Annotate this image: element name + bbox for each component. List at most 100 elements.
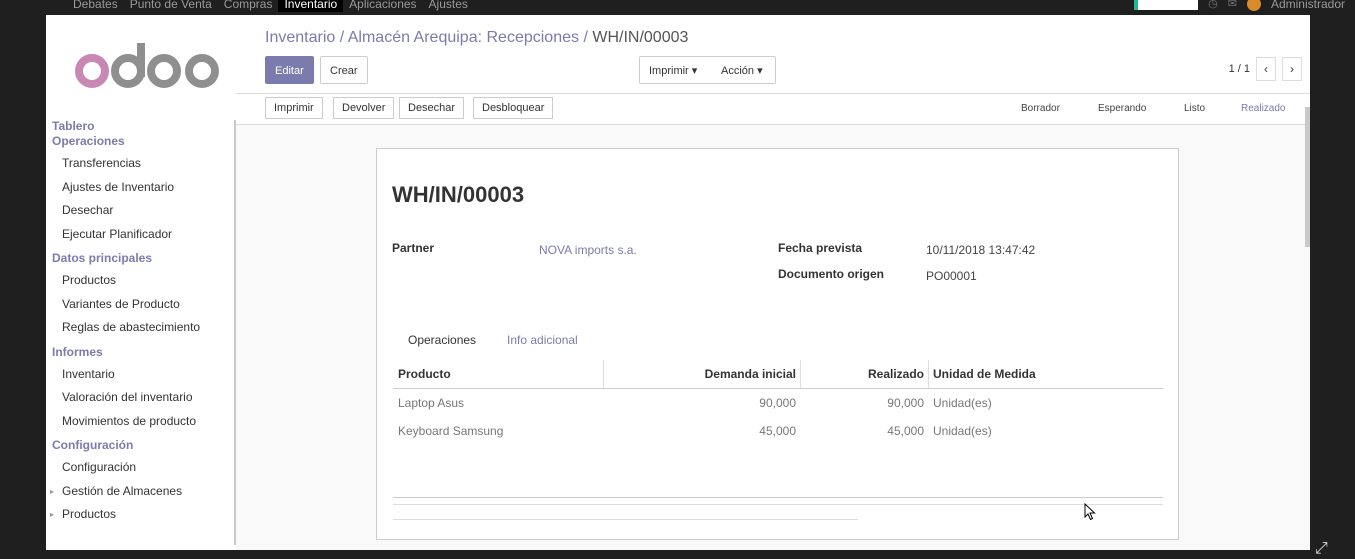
breadcrumb-recepciones[interactable]: Almacén Arequipa: Recepciones [348,29,579,46]
avatar[interactable] [1246,0,1261,11]
status-ready: Listo [1184,103,1206,114]
chat-icon[interactable]: ✉ [1228,0,1237,12]
divider [393,497,1163,498]
sidebar-section-configuracion[interactable]: Configuración [52,438,232,453]
sidebar-item-config-productos[interactable]: ▸ Productos [50,503,232,527]
status-box[interactable] [1134,0,1199,10]
chevron-left-icon[interactable]: ‹ [1256,57,1276,81]
col-realizado[interactable]: Realizado [868,360,924,388]
divider [393,504,1163,505]
create-button[interactable]: Crear [320,56,368,84]
pager-value[interactable]: 1 / 1 [1229,63,1250,75]
cell-demand: 90,000 [759,396,796,410]
print-button[interactable]: Imprimir [265,97,323,119]
origin-label: Documento origen [778,267,885,281]
sidebar-item-inventario[interactable]: Inventario [52,363,232,387]
cell-product: Laptop Asus [398,396,465,410]
sidebar-item-transferencias[interactable]: Transferencias [52,152,232,176]
chevron-right-icon[interactable]: › [1282,57,1302,81]
sidebar-item-valoracion[interactable]: Valoración del inventario [52,386,232,410]
operations-table: Producto Demanda inicial Realizado Unida… [393,360,1163,445]
sidebar-item-label: Productos [62,507,117,521]
record-title: WH/IN/00003 [392,182,525,207]
sidebar-section-datos[interactable]: Datos principales [52,251,232,266]
breadcrumb-sep: / [339,29,345,46]
col-divider [603,360,604,388]
sidebar-item-almacenes[interactable]: ▸ Gestión de Almacenes [50,480,232,504]
sidebar-item-label: Gestión de Almacenes [62,483,183,498]
tab-info-adicional[interactable]: Info adicional [507,331,578,349]
status-done: Realizado [1241,103,1286,114]
pager: 1 / 1 ‹ › [1229,57,1302,81]
cell-done: 45,000 [887,424,924,438]
top-menu: Debates Punto de Venta Compras Inventari… [67,0,474,12]
cell-done: 90,000 [887,396,924,410]
col-producto[interactable]: Producto [398,360,451,388]
sidebar-item-variantes[interactable]: Variantes de Producto [52,293,232,317]
tab-operaciones[interactable]: Operaciones [408,331,476,349]
action-label: Acción [721,65,755,77]
form-sheet: WH/IN/00003 Partner NOVA imports s.a. Fe… [376,148,1179,540]
cell-product: Keyboard Samsung [398,424,504,438]
table-header: Producto Demanda inicial Realizado Unida… [393,360,1163,389]
user-menu[interactable]: Administrador [1271,0,1345,12]
sidebar-section-operaciones[interactable]: Operaciones [52,134,232,149]
cell-demand: 45,000 [759,424,796,438]
origin-value: PO00001 [926,269,977,283]
sidebar: ⌃ Tablero Operaciones Transferencias Aju… [46,15,246,550]
breadcrumb-inventario[interactable]: Inventario [265,29,335,46]
col-demanda[interactable]: Demanda inicial [705,360,796,388]
sidebar-section-informes[interactable]: Informes [52,345,232,360]
col-divider [928,360,929,388]
odoo-logo[interactable] [68,37,228,97]
top-menu-debates[interactable]: Debates [67,0,124,12]
date-value: 10/11/2018 13:47:42 [926,243,1036,257]
top-menu-compras[interactable]: Compras [218,0,279,12]
col-unidad[interactable]: Unidad de Medida [933,360,1036,388]
breadcrumb-current: WH/IN/00003 [592,29,689,46]
expand-icon[interactable]: ⤢ [1315,540,1328,558]
caret-right-icon: ▸ [50,486,55,496]
sidebar-buttons: Imprimir ▾ Acción ▾ [639,56,776,84]
status-waiting: Esperando [1098,103,1147,114]
sidebar-item-ajustes-inventario[interactable]: Ajustes de Inventario [52,176,232,200]
table-row[interactable]: Laptop Asus 90,000 90,000 Unidad(es) [393,389,1163,417]
cell-uom: Unidad(es) [933,424,992,438]
divider [393,519,858,520]
control-panel: Inventario / Almacén Arequipa: Recepcion… [236,15,1310,94]
sidebar-item-tablero[interactable]: Tablero [52,119,232,134]
mouse-cursor-icon [1084,503,1096,521]
sidebar-menu: Tablero Operaciones Transferencias Ajust… [50,119,232,527]
top-menu-pos[interactable]: Punto de Venta [124,0,218,12]
main-scrollbar[interactable] [1305,107,1310,247]
print-label: Imprimir [649,65,689,77]
notebook-tabs: Operaciones Info adicional [393,331,1163,355]
clock-icon[interactable]: ◷ [1208,0,1218,12]
status-draft: Borrador [1021,103,1060,114]
col-divider [800,360,801,388]
sidebar-item-reglas[interactable]: Reglas de abastecimiento [52,316,232,340]
top-menu-inventario[interactable]: Inventario [278,0,344,12]
print-dropdown[interactable]: Imprimir ▾ [649,57,697,85]
sidebar-item-movimientos[interactable]: Movimientos de producto [52,410,232,434]
sidebar-item-productos[interactable]: Productos [52,269,232,293]
table-row[interactable]: Keyboard Samsung 45,000 45,000 Unidad(es… [393,417,1163,445]
cell-uom: Unidad(es) [933,396,992,410]
edit-button[interactable]: Editar [265,56,314,84]
return-button[interactable]: Devolver [333,97,395,119]
partner-label: Partner [392,241,435,255]
caret-right-icon: ▸ [50,510,55,519]
unlock-button[interactable]: Desbloquear [473,97,554,119]
date-label: Fecha prevista [778,241,863,255]
top-menu-ajustes[interactable]: Ajustes [423,0,474,12]
top-navbar: Debates Punto de Venta Compras Inventari… [0,0,1355,15]
partner-link[interactable]: NOVA imports s.a. [539,243,637,257]
sidebar-item-configuracion[interactable]: Configuración [52,456,232,480]
table-footer [393,497,1163,520]
scrap-button[interactable]: Desechar [399,97,465,119]
sidebar-item-desechar[interactable]: Desechar [52,199,232,223]
top-menu-aplicaciones[interactable]: Aplicaciones [343,0,422,12]
sidebar-item-ejecutar-planificador[interactable]: Ejecutar Planificador [52,223,232,247]
action-dropdown[interactable]: Acción ▾ [721,57,763,85]
caret-down-icon: ▾ [691,65,698,77]
